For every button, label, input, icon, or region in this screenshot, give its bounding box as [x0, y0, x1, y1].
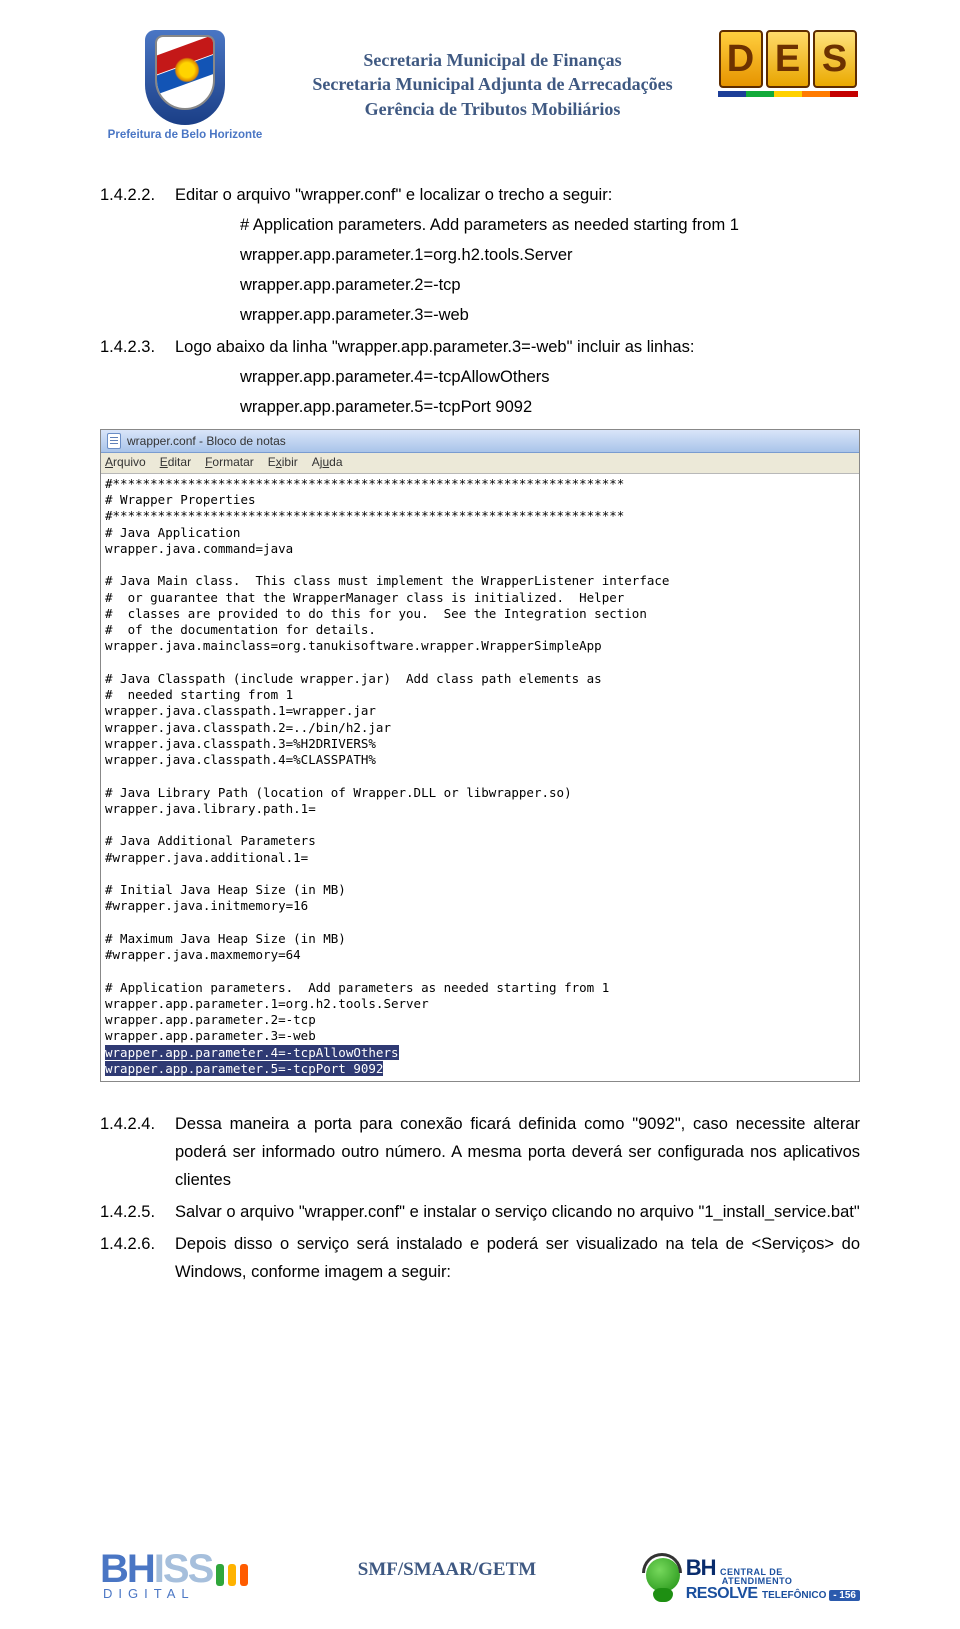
step-1-4-2-2: 1.4.2.2. Editar o arquivo "wrapper.conf"… [100, 181, 860, 209]
code-line: wrapper.app.parameter.4=-tcpAllowOthers [100, 363, 860, 391]
des-letter-e: E [766, 30, 810, 88]
header-line-2: Secretaria Municipal Adjunta de Arrecada… [270, 72, 715, 96]
lower-steps: 1.4.2.4. Dessa maneira a porta para cone… [100, 1110, 860, 1286]
page-footer: BHISS DIGITAL SMF/SMAAR/GETM BH CENTRAL … [100, 1547, 860, 1601]
code-line: wrapper.app.parameter.3=-web [100, 301, 860, 329]
header-line-3: Gerência de Tributos Mobiliários [270, 97, 715, 121]
notepad-content: #***************************************… [105, 476, 669, 1044]
footer-center-text: SMF/SMAAR/GETM [248, 1559, 645, 1601]
resolve-logo: BH CENTRAL DE ATENDIMENTO RESOLVE TELEFÔ… [646, 1558, 860, 1601]
menu-formatar[interactable]: Formatar [205, 455, 254, 471]
step-number: 1.4.2.5. [100, 1198, 175, 1226]
bhiss-logo: BHISS DIGITAL [100, 1547, 248, 1601]
notepad-title: wrapper.conf - Bloco de notas [127, 434, 286, 450]
des-logo-block: D E S [715, 30, 860, 97]
step-number: 1.4.2.4. [100, 1110, 175, 1194]
resolve-telefonico: TELEFÔNICO [762, 1590, 829, 1601]
code-line: # Application parameters. Add parameters… [100, 211, 860, 239]
step-1-4-2-5: 1.4.2.5. Salvar o arquivo "wrapper.conf"… [100, 1198, 860, 1226]
code-line: wrapper.app.parameter.2=-tcp [100, 271, 860, 299]
header-line-1: Secretaria Municipal de Finanças [270, 48, 715, 72]
des-letter-d: D [719, 30, 763, 88]
des-logo-icon: D E S [719, 30, 857, 88]
municipal-logo-block: Prefeitura de Belo Horizonte [100, 30, 270, 141]
page-header: Prefeitura de Belo Horizonte Secretaria … [100, 30, 860, 141]
header-titles: Secretaria Municipal de Finanças Secreta… [270, 30, 715, 121]
step-text: Editar o arquivo "wrapper.conf" e locali… [175, 181, 860, 209]
notepad-highlight-2: wrapper.app.parameter.5=-tcpPort 9092 [105, 1061, 383, 1076]
step-number: 1.4.2.3. [100, 333, 175, 361]
operator-head-icon [646, 1558, 680, 1592]
menu-exibir[interactable]: Exibir [268, 455, 298, 471]
municipal-name: Prefeitura de Belo Horizonte [108, 129, 263, 141]
des-color-bar [718, 91, 858, 97]
content-body: 1.4.2.2. Editar o arquivo "wrapper.conf"… [100, 181, 860, 1287]
resolve-number: - 156 [829, 1590, 860, 1602]
resolve-word: RESOLVE [686, 1585, 758, 1602]
step-text: Dessa maneira a porta para conexão ficar… [175, 1110, 860, 1194]
menu-arquivo[interactable]: Arquivo [105, 455, 146, 471]
step-1-4-2-4: 1.4.2.4. Dessa maneira a porta para cone… [100, 1110, 860, 1194]
municipal-shield-icon [145, 30, 225, 125]
notepad-body: #***************************************… [101, 474, 859, 1081]
notepad-titlebar: wrapper.conf - Bloco de notas [101, 430, 859, 453]
menu-ajuda[interactable]: Ajuda [312, 455, 343, 471]
step-text: Logo abaixo da linha "wrapper.app.parame… [175, 333, 860, 361]
step-number: 1.4.2.6. [100, 1230, 175, 1286]
notepad-icon [107, 433, 121, 449]
step-number: 1.4.2.2. [100, 181, 175, 209]
step-1-4-2-3: 1.4.2.3. Logo abaixo da linha "wrapper.a… [100, 333, 860, 361]
step-text: Salvar o arquivo "wrapper.conf" e instal… [175, 1198, 860, 1226]
code-line: wrapper.app.parameter.1=org.h2.tools.Ser… [100, 241, 860, 269]
code-line: wrapper.app.parameter.5=-tcpPort 9092 [100, 393, 860, 421]
menu-editar[interactable]: Editar [160, 455, 191, 471]
resolve-bh: BH [686, 1555, 716, 1580]
step-1-4-2-6: 1.4.2.6. Depois disso o serviço será ins… [100, 1230, 860, 1286]
step-text: Depois disso o serviço será instalado e … [175, 1230, 860, 1286]
notepad-menubar: Arquivo Editar Formatar Exibir Ajuda [101, 453, 859, 474]
des-letter-s: S [813, 30, 857, 88]
notepad-screenshot: wrapper.conf - Bloco de notas Arquivo Ed… [100, 429, 860, 1082]
bhiss-dots-icon [216, 1564, 248, 1592]
notepad-highlight-1: wrapper.app.parameter.4=-tcpAllowOthers [105, 1045, 399, 1060]
